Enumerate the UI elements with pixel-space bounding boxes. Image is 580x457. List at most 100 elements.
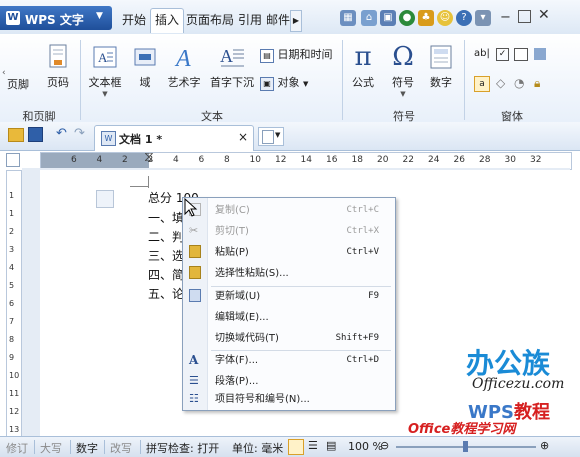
eraser-icon[interactable]: ◇ — [496, 76, 505, 90]
menu-item-font[interactable]: A 字体(F)... Ctrl+D — [183, 350, 395, 371]
footer-button[interactable]: 页脚 — [2, 76, 34, 92]
document-tab[interactable]: W 文档 1 * × — [94, 125, 254, 151]
zoom-level[interactable]: 100 % — [348, 440, 383, 453]
new-tab-button[interactable]: ▼ — [258, 127, 284, 146]
document-line[interactable]: 四、简 — [148, 266, 184, 283]
status-num[interactable]: 数字 — [76, 440, 98, 456]
wps-logo-icon: W — [6, 11, 20, 25]
minimize-button[interactable]: − — [500, 10, 511, 25]
menu-item-paste[interactable]: 粘贴(P) Ctrl+V — [183, 242, 395, 263]
menu-item-shortcut: F9 — [368, 291, 379, 301]
restore-button[interactable] — [518, 10, 531, 23]
status-spell-check[interactable]: 拼写检查: 打开 — [146, 440, 219, 456]
ruler-tick-label: 13 — [9, 425, 20, 434]
textbox-button[interactable]: A 文本框 ▼ — [86, 44, 124, 98]
layout-icon[interactable]: ▦ — [340, 10, 356, 26]
close-window-button[interactable]: ✕ — [538, 7, 550, 23]
chevron-down-icon: ▼ — [96, 11, 103, 21]
form-properties-icon[interactable] — [534, 48, 546, 60]
menu-item-toggle-field-code[interactable]: 切换域代码(T) Shift+F9 — [183, 328, 395, 349]
ribbon-options-icon[interactable]: ▾ — [475, 10, 491, 26]
document-line[interactable]: 三、选 — [148, 247, 184, 264]
datetime-button[interactable]: ▤ 日期和时间 — [260, 46, 333, 63]
ruler-tick-label: 2 — [122, 155, 128, 165]
tab-insert[interactable]: 插入 — [150, 8, 185, 33]
ruler-toggle-icon[interactable] — [6, 153, 20, 167]
symbol-label: 符号 — [392, 76, 414, 89]
document-line[interactable]: 二、判 — [148, 228, 184, 245]
dropcap-button[interactable]: A 首字下沉 — [208, 44, 256, 90]
status-overwrite[interactable]: 改写 — [110, 440, 132, 456]
paragraph-icon: ☰ — [189, 374, 199, 387]
app-menu-button[interactable]: W WPS 文字 ▼ — [0, 6, 112, 30]
number-button[interactable]: 数字 — [426, 44, 456, 90]
status-unit[interactable]: 单位: 毫米 — [232, 440, 283, 456]
menu-item-paste-special[interactable]: 选择性粘贴(S)... — [183, 263, 395, 284]
menu-item-copy[interactable]: 复制(C) Ctrl+C — [183, 200, 395, 221]
home-icon[interactable]: ⌂ — [361, 10, 377, 26]
status-revise[interactable]: 修订 — [6, 440, 28, 456]
tab-page-layout[interactable]: 页面布局 — [182, 9, 238, 31]
ruler-tick-label: 32 — [530, 155, 542, 165]
ruler-tick-label: 1 — [9, 209, 15, 218]
number-label: 数字 — [430, 76, 452, 89]
formula-label: 公式 — [352, 76, 374, 89]
vertical-ruler[interactable]: 1 1 2 3 4 5 6 7 8 9 10 11 12 13 — [6, 170, 22, 437]
tab-scroll-right-button[interactable]: ▶ — [290, 10, 302, 32]
menu-item-label: 更新域(U) — [215, 291, 261, 302]
window-icon[interactable]: ▣ — [380, 10, 396, 26]
symbol-button[interactable]: Ω 符号 ▼ — [388, 44, 418, 98]
lock-icon[interactable]: 🔒︎ — [534, 76, 540, 91]
redo-icon[interactable]: ↷ — [74, 126, 85, 141]
reset-icon[interactable]: ◔ — [514, 76, 524, 90]
wordart-button[interactable]: A 艺术字 — [164, 44, 204, 90]
open-folder-icon[interactable] — [8, 128, 24, 142]
menu-item-cut[interactable]: ✂ 剪切(T) Ctrl+X — [183, 221, 395, 242]
help-icon[interactable]: ? — [456, 10, 472, 26]
ribbon-separator — [342, 40, 343, 120]
undo-icon[interactable]: ↶ — [56, 126, 67, 141]
menu-item-label: 切换域代码(T) — [215, 333, 279, 344]
ruler-tick-label: 14 — [300, 155, 312, 165]
textbox-icon: A — [92, 44, 118, 70]
field-button[interactable]: 域 — [132, 44, 158, 90]
status-caps[interactable]: 大写 — [40, 440, 62, 456]
zoom-slider-thumb[interactable] — [463, 441, 468, 452]
online-icon[interactable]: ● — [399, 10, 415, 26]
menu-item-edit-field[interactable]: 编辑域(E)... — [183, 307, 395, 328]
zoom-out-icon[interactable]: ⊖ — [380, 439, 389, 452]
svg-text:A: A — [220, 46, 233, 66]
page-number-button[interactable]: 页码 — [38, 44, 78, 90]
menu-item-bullets-numbering[interactable]: ☷ 项目符号和编号(N)... — [183, 389, 395, 410]
form-textfield-icon[interactable]: ab| — [474, 48, 490, 59]
object-button[interactable]: ▣ 对象 ▼ — [260, 74, 308, 91]
form-dropdown-icon[interactable] — [514, 48, 528, 61]
document-line[interactable]: 五、论 — [148, 285, 184, 302]
smile-icon[interactable]: ☺ — [437, 10, 453, 26]
form-checkbox-icon[interactable]: ✓ — [496, 48, 509, 61]
indent-marker-icon[interactable]: ⧖ — [144, 149, 154, 165]
tab-home[interactable]: 开始 — [118, 9, 150, 31]
document-icon: W — [101, 131, 116, 146]
calendar-icon: ▤ — [260, 49, 274, 63]
gift-icon[interactable]: ♣ — [418, 10, 434, 26]
form-shading-icon[interactable]: a — [474, 76, 490, 92]
object-label: 对象 — [277, 76, 300, 89]
ruler-tick-label: 6 — [71, 155, 77, 165]
menu-item-update-field[interactable]: 更新域(U) F9 — [183, 286, 395, 307]
close-tab-button[interactable]: × — [238, 130, 248, 144]
save-icon[interactable] — [28, 127, 43, 142]
ruler-tick-label: 7 — [9, 317, 15, 326]
web-view-icon[interactable]: ▤ — [326, 439, 336, 452]
ruler-margin-left — [41, 153, 149, 169]
paste-options-icon[interactable] — [96, 190, 114, 208]
zoom-in-icon[interactable]: ⊕ — [540, 439, 549, 452]
ruler-tick-label: 3 — [9, 245, 15, 254]
wordart-icon: A — [171, 44, 197, 72]
document-line[interactable]: 一、填 — [148, 209, 184, 226]
formula-button[interactable]: π 公式 — [348, 44, 378, 90]
menu-item-label: 复制(C) — [215, 205, 250, 216]
page-view-icon[interactable] — [288, 439, 304, 455]
outline-view-icon[interactable]: ☰ — [308, 439, 318, 452]
menu-item-shortcut: Ctrl+D — [346, 355, 379, 365]
